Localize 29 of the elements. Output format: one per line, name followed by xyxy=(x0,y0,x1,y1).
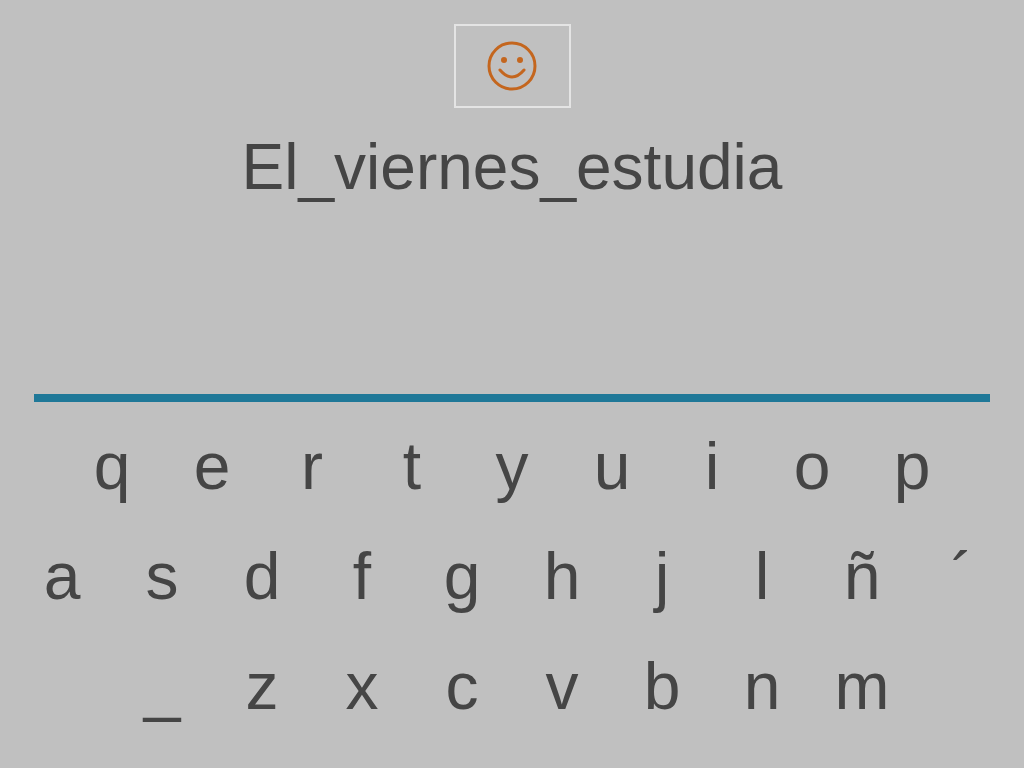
letter-key[interactable]: f xyxy=(312,536,412,616)
letter-key[interactable]: r xyxy=(262,426,362,506)
letter-key[interactable]: v xyxy=(512,646,612,726)
letter-key[interactable]: q xyxy=(62,426,162,506)
letter-key[interactable]: x xyxy=(312,646,412,726)
letter-key[interactable]: t xyxy=(362,426,462,506)
letter-key[interactable]: l xyxy=(712,536,812,616)
letter-key[interactable]: h xyxy=(512,536,612,616)
letter-key[interactable]: i xyxy=(662,426,762,506)
letter-key[interactable]: b xyxy=(612,646,712,726)
smiley-icon xyxy=(486,40,538,92)
letter-key[interactable]: m xyxy=(812,646,912,726)
letter-key[interactable]: e xyxy=(162,426,262,506)
letter-key[interactable]: a xyxy=(12,536,112,616)
letter-key[interactable]: s xyxy=(112,536,212,616)
letter-key[interactable]: y xyxy=(462,426,562,506)
letter-key[interactable]: _ xyxy=(112,646,212,726)
phrase-text: El_viernes_estudia xyxy=(241,130,783,204)
letter-key[interactable]: z xyxy=(212,646,312,726)
letter-key[interactable]: ñ xyxy=(812,536,912,616)
letter-key[interactable]: p xyxy=(862,426,962,506)
letter-key[interactable]: c xyxy=(412,646,512,726)
letter-key[interactable]: d xyxy=(212,536,312,616)
letter-key[interactable]: j xyxy=(612,536,712,616)
letter-key[interactable]: o xyxy=(762,426,862,506)
letter-key[interactable]: n xyxy=(712,646,812,726)
letter-key[interactable]: u xyxy=(562,426,662,506)
letter-key[interactable]: ´ xyxy=(912,536,1012,616)
letter-key[interactable]: g xyxy=(412,536,512,616)
